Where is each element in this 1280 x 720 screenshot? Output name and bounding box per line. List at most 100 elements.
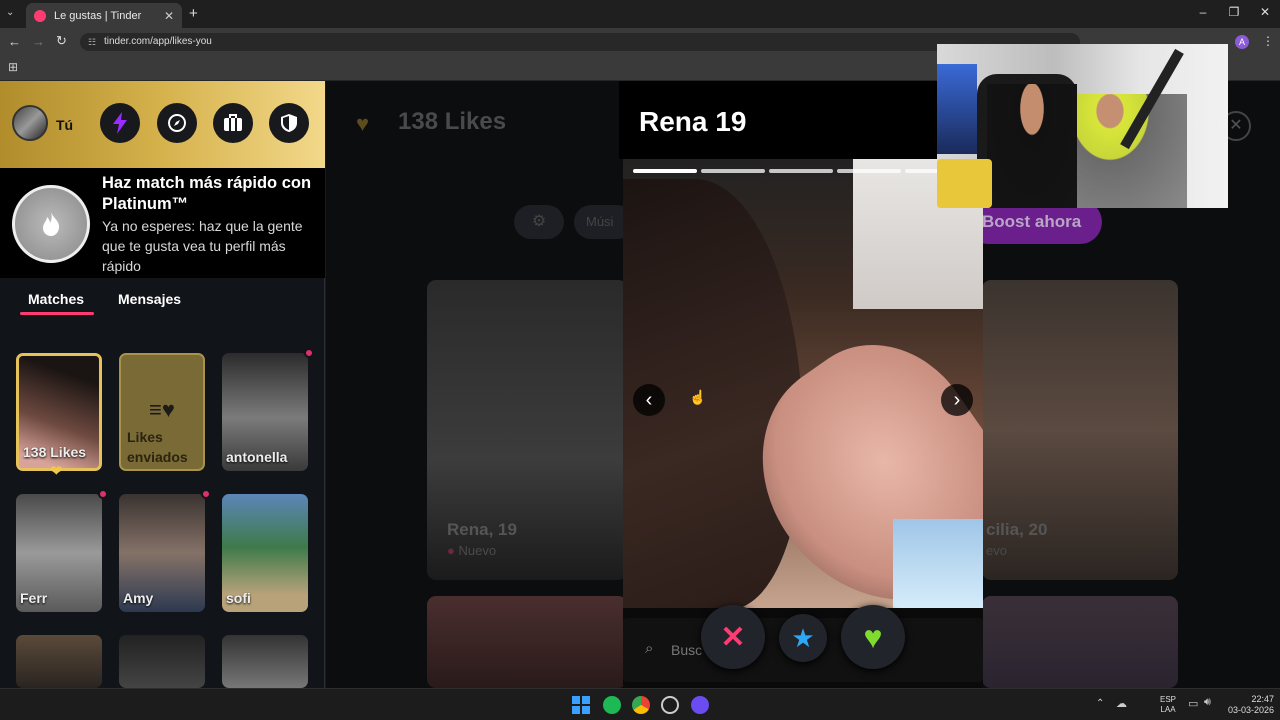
match-name: Amy <box>123 590 154 606</box>
profile-label[interactable]: Tú <box>56 117 73 133</box>
webcam-person-left <box>987 84 1077 208</box>
heart-icon: ♥ <box>863 618 883 655</box>
clock[interactable]: 22:47 03-03-2026 <box>1222 694 1274 716</box>
search-placeholder: Busc <box>671 642 703 658</box>
lang-top: ESP <box>1159 695 1176 704</box>
windows-taskbar: ⌃ ☁ ESP LAA ▭ 🔊︎ 22:47 03-03-2026 <box>0 688 1280 720</box>
tab-matches[interactable]: Matches <box>28 291 84 307</box>
match-card[interactable] <box>119 635 205 688</box>
close-tab-icon[interactable]: ✕ <box>164 9 174 23</box>
tray-chevron-icon[interactable]: ⌃ <box>1096 698 1104 709</box>
new-tab-button[interactable]: + <box>189 5 198 22</box>
match-name: antonella <box>226 449 288 465</box>
app-icon[interactable] <box>661 696 679 714</box>
chevron-right-icon: › <box>953 388 961 411</box>
new-match-dot <box>98 489 108 499</box>
tab-mensajes[interactable]: Mensajes <box>118 291 181 307</box>
likes-card-label: 138 Likes <box>23 444 87 460</box>
search-icon: ⌕ <box>645 640 654 657</box>
promo-subtitle: Ya no esperes: haz que la gente que te g… <box>102 218 303 274</box>
webcam-bucket <box>937 159 992 208</box>
apps-grid-icon[interactable]: ⊞ <box>8 60 18 74</box>
match-card-amy[interactable]: Amy <box>119 494 205 612</box>
match-card-ferr[interactable]: Ferr <box>16 494 102 612</box>
webcam-monitor <box>937 64 977 154</box>
grid-card[interactable] <box>427 596 627 688</box>
compass-icon <box>168 114 186 132</box>
network-icon[interactable]: ▭ <box>1188 697 1198 710</box>
photo-progress-segment <box>837 169 901 173</box>
likes-heart-icon: ♥ <box>356 111 370 136</box>
boost-button[interactable] <box>100 103 140 143</box>
grid-card-name: Rena, 19 <box>447 520 517 539</box>
boost-now-label: Boost ahora <box>982 212 1082 231</box>
next-photo-button[interactable]: › <box>941 384 973 416</box>
mouse-cursor-icon: ☝ <box>689 389 707 405</box>
app-icon[interactable] <box>691 696 709 714</box>
tab-search-button[interactable]: ⌄ <box>6 7 14 18</box>
match-card[interactable] <box>222 635 308 688</box>
spotify-icon[interactable] <box>603 696 621 714</box>
minimize-icon[interactable]: – <box>1193 5 1213 19</box>
likes-card[interactable]: 138 Likes <box>16 353 102 471</box>
webcam-overlay <box>937 44 1228 208</box>
forward-icon[interactable]: → <box>32 34 45 49</box>
restore-icon[interactable]: ❐ <box>1224 5 1244 19</box>
star-icon: ★ <box>791 622 815 653</box>
match-name: Ferr <box>20 590 48 606</box>
filter-button[interactable]: ⚙ <box>514 205 564 239</box>
match-name: sofi <box>226 590 251 606</box>
sent-likes-label: Likes enviados <box>127 429 188 465</box>
photo-progress-segment <box>701 169 765 173</box>
photo-progress-segment <box>633 169 697 173</box>
grid-card[interactable] <box>982 596 1178 688</box>
url-text: tinder.com/app/likes-you <box>104 36 212 47</box>
previous-photo-button[interactable]: ‹ <box>633 384 665 416</box>
grid-card-name: cilia, 20 <box>986 520 1048 539</box>
clock-date: 03-03-2026 <box>1227 705 1274 715</box>
close-window-icon[interactable]: ✕ <box>1255 5 1275 19</box>
sent-likes-card[interactable]: ≡♥ Likes enviados <box>119 353 205 471</box>
photo-progress-segment <box>769 169 833 173</box>
windows-start-icon[interactable] <box>572 696 590 714</box>
cloud-icon[interactable]: ☁ <box>1116 697 1127 710</box>
explore-button[interactable] <box>157 103 197 143</box>
nope-button[interactable]: ✕ <box>701 605 765 669</box>
new-match-dot <box>201 489 211 499</box>
browser-tab[interactable]: Le gustas | Tinder ✕ <box>26 3 182 28</box>
active-tab-indicator <box>20 312 94 315</box>
volume-icon[interactable]: 🔊︎ <box>1204 696 1211 709</box>
promo-title: Haz match más rápido con Platinum™ <box>102 174 312 213</box>
profile-modal-header: Rena 19 <box>619 81 983 159</box>
chevron-left-icon: ‹ <box>645 388 653 411</box>
lightning-icon <box>113 112 127 134</box>
grid-card[interactable]: cilia, 20 evo <box>982 280 1178 580</box>
lang-bottom: LAA <box>1160 705 1176 714</box>
super-like-button[interactable]: ★ <box>779 614 827 662</box>
match-card-antonella[interactable]: antonella <box>222 353 308 471</box>
platinum-badge <box>12 185 90 263</box>
sidebar: Tú Haz match más rápido con Platinum™ Ya… <box>0 81 325 688</box>
url-field[interactable]: ☷ tinder.com/app/likes-you <box>80 33 1080 51</box>
safety-button[interactable] <box>269 103 309 143</box>
language-indicator[interactable]: ESP LAA <box>1156 695 1180 715</box>
back-icon[interactable]: ← <box>8 34 21 49</box>
grid-card[interactable]: Rena, 19 ● Nuevo <box>427 280 627 580</box>
match-card[interactable] <box>16 635 102 688</box>
filter-chip-label: Músi <box>586 214 614 229</box>
like-button[interactable]: ♥ <box>841 605 905 669</box>
account-avatar[interactable]: A <box>1235 35 1249 49</box>
tinder-favicon-icon <box>34 9 46 22</box>
chrome-icon[interactable] <box>632 696 650 714</box>
match-card-sofi[interactable]: sofi <box>222 494 308 612</box>
profile-name: Rena 19 <box>639 106 747 137</box>
avatar[interactable] <box>12 105 48 141</box>
site-info-icon[interactable]: ☷ <box>88 33 96 51</box>
reload-icon[interactable]: ↻ <box>56 33 67 49</box>
x-icon: ✕ <box>720 620 746 654</box>
platinum-promo[interactable]: Haz match más rápido con Platinum™ Ya no… <box>0 168 325 278</box>
work-button[interactable] <box>213 103 253 143</box>
profile-photo[interactable]: ‹ › ☝ <box>623 159 983 608</box>
menu-icon[interactable]: ⋮ <box>1262 34 1274 48</box>
new-match-dot <box>304 348 314 358</box>
